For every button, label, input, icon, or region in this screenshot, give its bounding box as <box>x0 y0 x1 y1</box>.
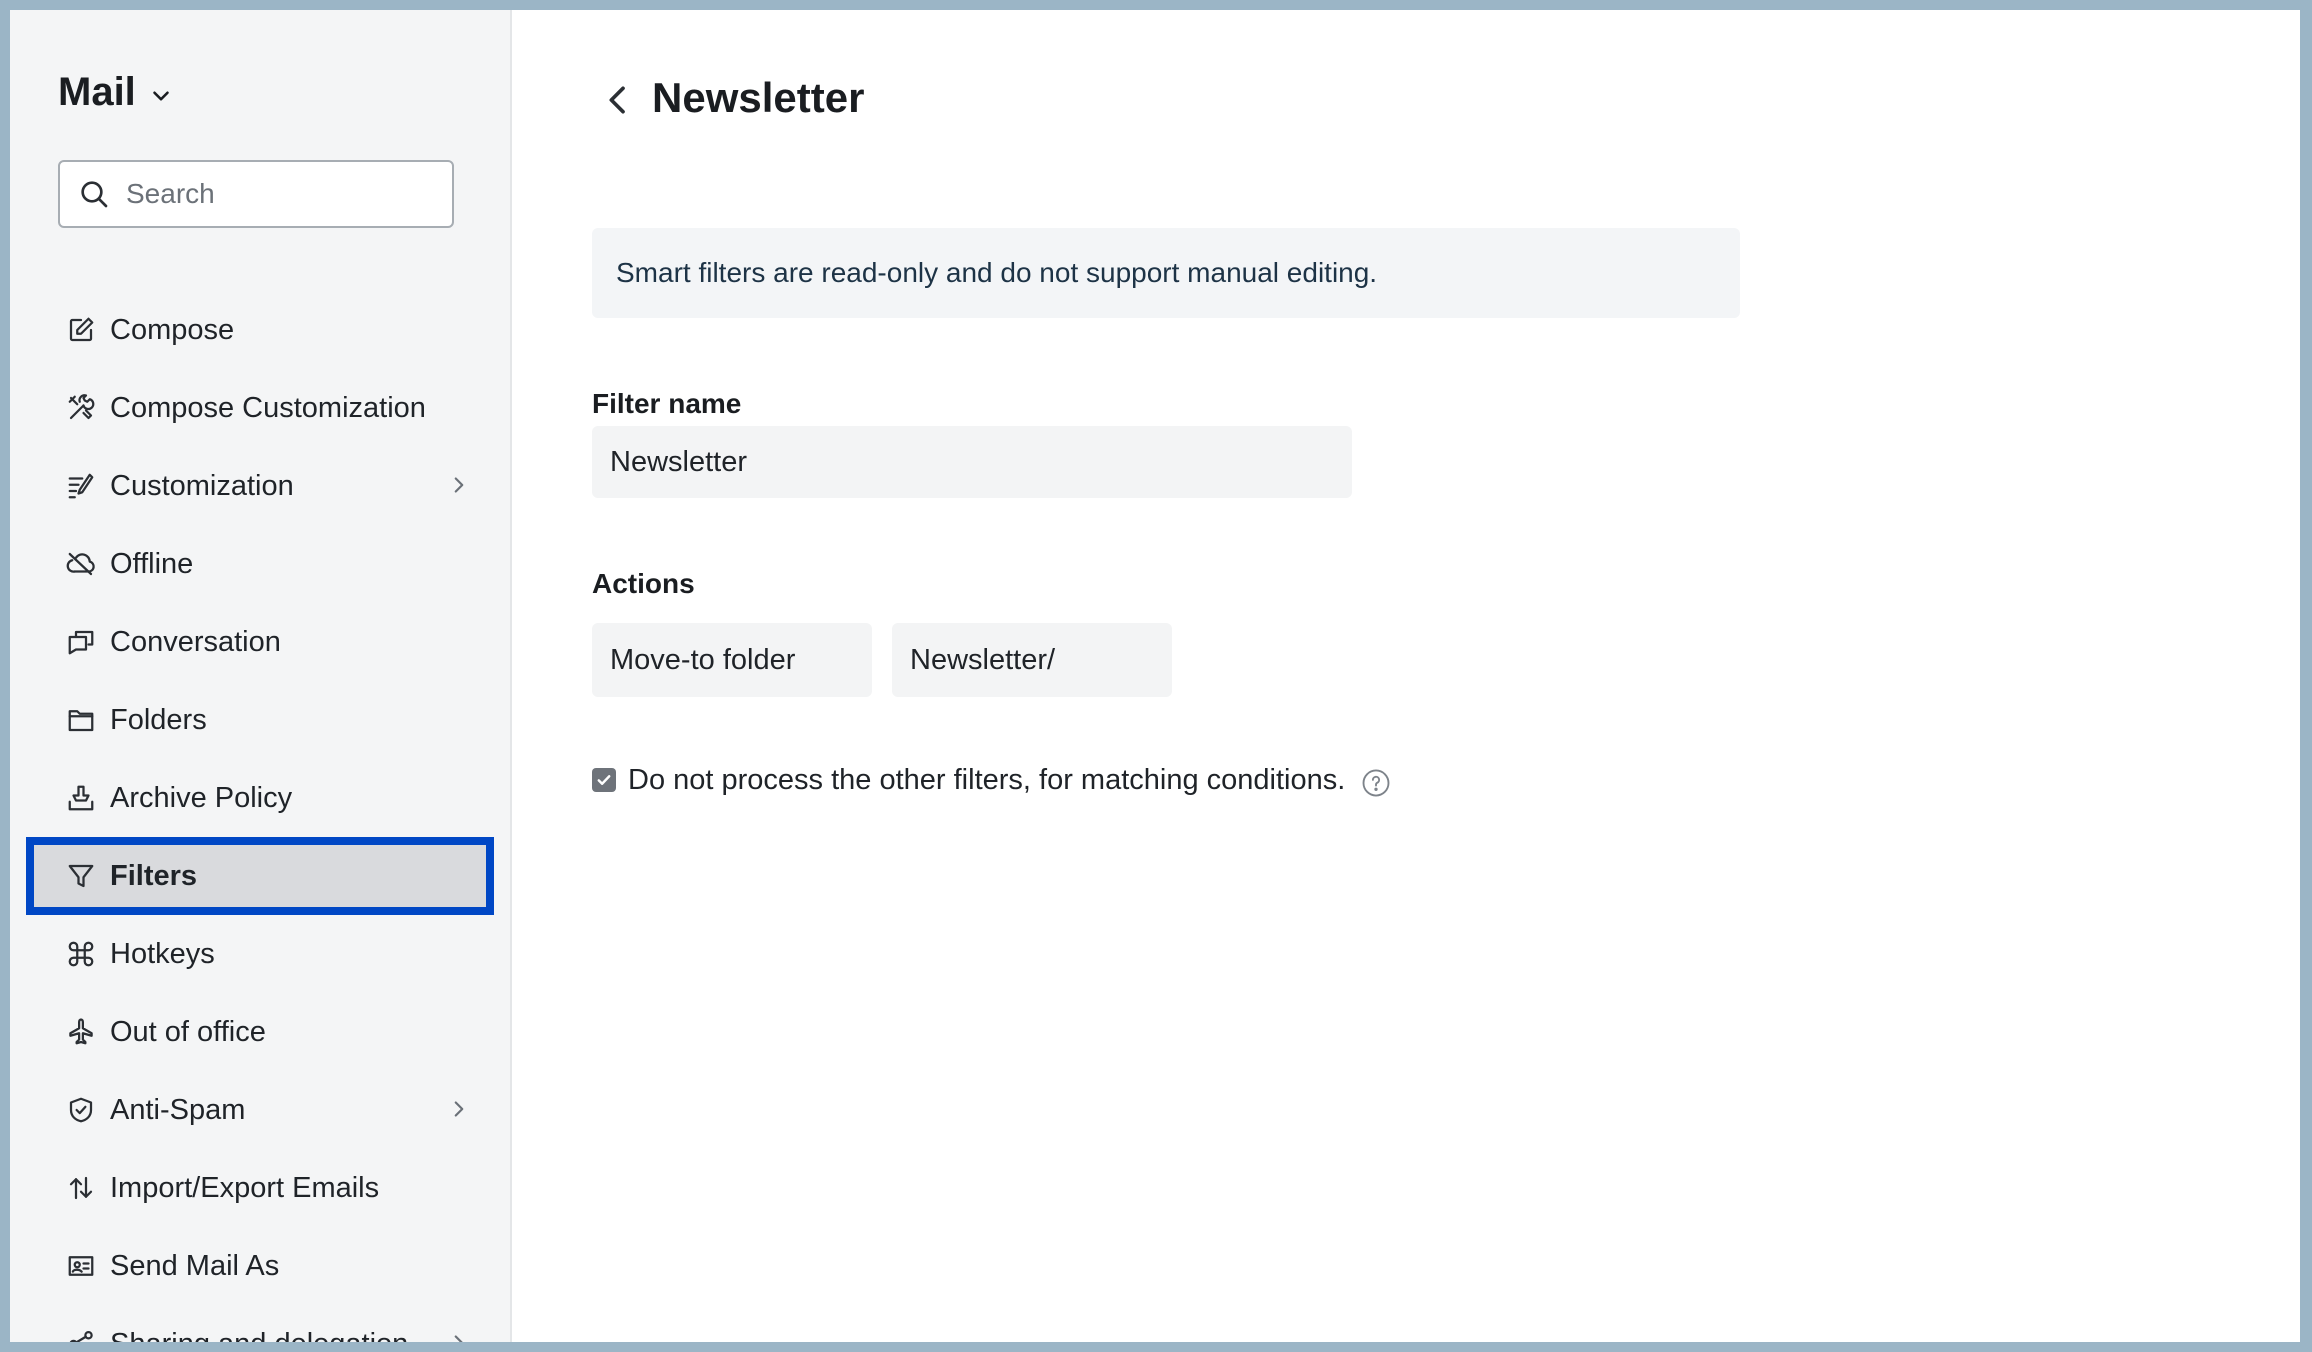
sidebar-item-conversation[interactable]: Conversation <box>26 603 494 681</box>
filter-detail-pane: Newsletter Smart filters are read-only a… <box>512 10 2300 1342</box>
sidebar-item-send-mail-as[interactable]: Send Mail As <box>26 1227 494 1305</box>
chevron-right-icon <box>454 1335 463 1342</box>
action-target-field: Newsletter/ <box>892 623 1172 697</box>
sidebar-item-folders[interactable]: Folders <box>26 681 494 759</box>
sidebar-item-label: Customization <box>110 469 294 502</box>
app-window: Mail Compose Compose Customization Custo… <box>10 10 2300 1342</box>
sidebar-item-import-export[interactable]: Import/Export Emails <box>26 1149 494 1227</box>
info-banner: Smart filters are read-only and do not s… <box>592 228 1740 318</box>
filter-name-label: Filter name <box>592 388 742 419</box>
sidebar-item-label: Compose <box>110 313 235 346</box>
info-banner-text: Smart filters are read-only and do not s… <box>616 257 1378 288</box>
search-box[interactable] <box>58 160 454 228</box>
sidebar-item-hotkeys[interactable]: Hotkeys <box>26 915 494 993</box>
sidebar-item-filters[interactable]: Filters <box>26 837 494 915</box>
sidebar-item-offline[interactable]: Offline <box>26 525 494 603</box>
sidebar-item-label: Send Mail As <box>110 1249 280 1282</box>
sidebar-item-archive-policy[interactable]: Archive Policy <box>26 759 494 837</box>
customize-icon <box>66 471 96 501</box>
sidebar-item-label: Conversation <box>110 625 281 658</box>
cloud-off-icon <box>66 549 96 579</box>
sidebar-item-sharing-delegation[interactable]: Sharing and delegation <box>26 1305 494 1342</box>
filter-name-value: Newsletter <box>610 445 747 478</box>
conversation-icon <box>66 627 96 657</box>
page-title: Newsletter <box>652 74 865 121</box>
filter-icon <box>66 861 96 891</box>
sidebar-item-label: Out of office <box>110 1015 266 1048</box>
sidebar-item-label: Folders <box>110 703 207 736</box>
help-icon[interactable] <box>1361 768 1391 798</box>
sidebar-item-label: Filters <box>110 859 198 892</box>
stop-processing-option: Do not process the other filters, for ma… <box>592 762 1391 798</box>
search-input[interactable] <box>124 177 428 211</box>
folder-icon <box>66 705 96 735</box>
app-title: Mail <box>58 70 136 114</box>
tools-icon <box>66 393 96 423</box>
checkmark-icon <box>597 775 611 785</box>
action-target-value: Newsletter/ <box>910 643 1056 676</box>
settings-nav: Compose Compose Customization Customizat… <box>26 291 494 1342</box>
command-icon <box>66 939 96 969</box>
shield-icon <box>66 1095 96 1125</box>
action-type-field: Move-to folder <box>592 623 872 697</box>
settings-sidebar: Mail Compose Compose Customization Custo… <box>10 10 512 1342</box>
airplane-icon <box>66 1017 96 1047</box>
sidebar-item-label: Offline <box>110 547 194 580</box>
sidebar-item-compose[interactable]: Compose <box>26 291 494 369</box>
sidebar-item-label: Compose Customization <box>110 391 426 424</box>
archive-icon <box>66 783 96 813</box>
stop-processing-checkbox[interactable] <box>592 768 616 792</box>
filter-name-field: Newsletter <box>592 426 1352 498</box>
chevron-right-icon <box>454 477 464 493</box>
share-icon <box>66 1329 96 1342</box>
sidebar-item-label: Import/Export Emails <box>110 1171 380 1204</box>
import-export-icon <box>66 1173 96 1203</box>
actions-label: Actions <box>592 568 695 599</box>
sidebar-item-label: Hotkeys <box>110 937 215 970</box>
sidebar-item-anti-spam[interactable]: Anti-Spam <box>26 1071 494 1149</box>
search-icon <box>81 181 108 208</box>
compose-icon <box>66 315 96 345</box>
id-card-icon <box>66 1251 96 1281</box>
app-switcher[interactable]: Mail <box>58 70 174 115</box>
chevron-right-icon <box>454 1101 464 1117</box>
sidebar-item-out-of-office[interactable]: Out of office <box>26 993 494 1071</box>
back-arrow-icon[interactable] <box>598 78 638 122</box>
sidebar-item-compose-customization[interactable]: Compose Customization <box>26 369 494 447</box>
action-type-value: Move-to folder <box>610 643 796 676</box>
sidebar-item-label: Anti-Spam <box>110 1093 246 1126</box>
sidebar-item-label: Archive Policy <box>110 781 293 814</box>
stop-processing-label: Do not process the other filters, for ma… <box>628 763 1346 796</box>
sidebar-item-customization[interactable]: Customization <box>26 447 494 525</box>
chevron-down-icon <box>152 90 169 101</box>
sidebar-item-label: Sharing and delegation <box>110 1328 408 1343</box>
